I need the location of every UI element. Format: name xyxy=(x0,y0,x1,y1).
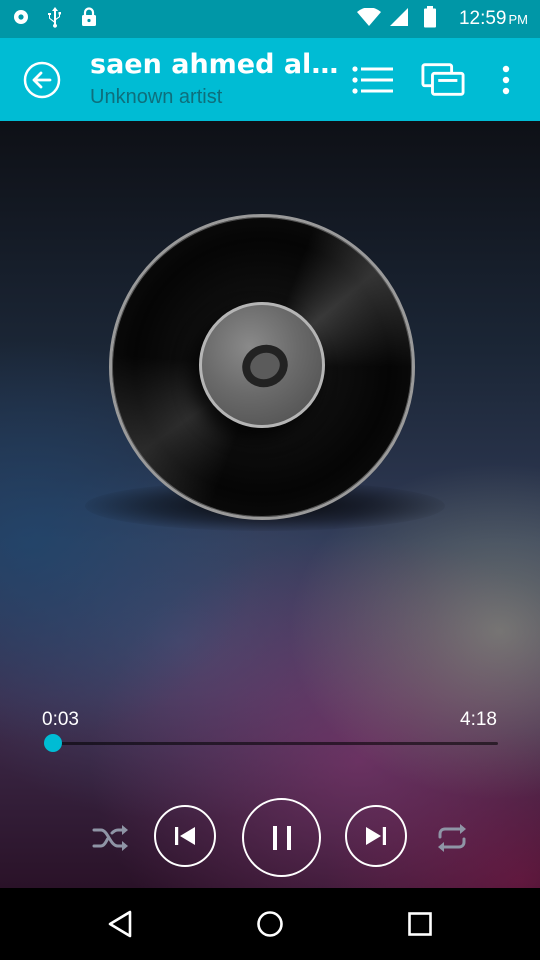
nav-back-button[interactable] xyxy=(100,904,140,944)
battery-icon xyxy=(423,5,437,33)
system-nav-bar xyxy=(0,888,540,960)
elapsed-time: 0:03 xyxy=(42,709,79,730)
cast-button[interactable] xyxy=(421,60,465,100)
track-artist: Unknown artist xyxy=(90,86,223,108)
status-bar: 12:59 PM xyxy=(0,0,540,38)
clock: 12:59 PM xyxy=(459,8,528,30)
track-title: saen ahmed ali... xyxy=(90,49,340,80)
vinyl-record-icon xyxy=(109,214,415,520)
vinyl-spindle-hole xyxy=(236,338,294,394)
app-bar: saen ahmed ali... Unknown artist xyxy=(0,38,540,121)
usb-icon xyxy=(46,6,64,33)
queue-button[interactable] xyxy=(351,60,395,100)
shuffle-icon xyxy=(92,825,128,851)
more-vert-icon xyxy=(502,65,510,95)
back-arrow-icon xyxy=(23,61,61,99)
skip-previous-icon xyxy=(175,827,195,845)
sync-icon xyxy=(12,8,30,31)
wifi-icon xyxy=(356,6,381,31)
queue-list-icon xyxy=(352,66,393,94)
clock-time: 12:59 xyxy=(458,8,507,29)
shuffle-button[interactable] xyxy=(90,819,132,857)
repeat-button[interactable] xyxy=(432,819,472,857)
seek-bar[interactable] xyxy=(44,734,498,752)
track-info: saen ahmed ali... Unknown artist xyxy=(90,48,340,110)
play-pause-button[interactable] xyxy=(242,798,321,877)
pause-icon xyxy=(272,825,291,850)
total-duration: 4:18 xyxy=(460,709,497,730)
next-button[interactable] xyxy=(345,805,407,867)
nav-recents-icon xyxy=(408,912,432,936)
nav-home-icon xyxy=(257,911,283,937)
vinyl-label xyxy=(199,302,325,428)
back-button[interactable] xyxy=(22,60,62,100)
nav-home-button[interactable] xyxy=(250,904,290,944)
seek-thumb[interactable] xyxy=(44,734,63,752)
cast-icon xyxy=(421,63,465,96)
cell-signal-icon xyxy=(389,7,409,32)
previous-button[interactable] xyxy=(154,805,216,867)
lock-icon xyxy=(80,6,98,32)
nav-recents-button[interactable] xyxy=(400,904,440,944)
repeat-icon xyxy=(438,824,466,852)
nav-back-icon xyxy=(108,910,132,938)
skip-next-icon xyxy=(366,827,386,845)
more-options-button[interactable] xyxy=(488,60,524,100)
player-area: 0:03 4:18 xyxy=(0,121,540,888)
clock-ampm: PM xyxy=(508,12,529,27)
